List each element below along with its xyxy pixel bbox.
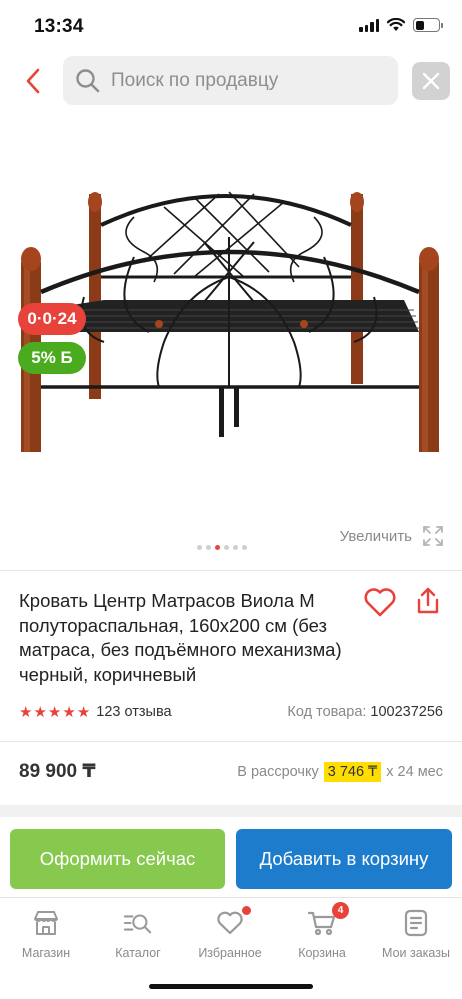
zoom-button[interactable]: Увеличить	[340, 525, 444, 547]
search-icon	[76, 68, 100, 92]
star-icon: ★	[76, 704, 91, 721]
tab-favorites[interactable]: Избранное	[184, 906, 276, 960]
wifi-icon	[387, 18, 405, 31]
reviews-link[interactable]: 123 отзыва	[96, 704, 171, 720]
catalog-icon	[123, 914, 152, 934]
sku-label: Код товара:	[287, 704, 367, 720]
status-time: 13:34	[34, 16, 84, 37]
installment-term: х 24 мес	[386, 763, 443, 780]
divider	[0, 741, 462, 742]
tab-label: Корзина	[298, 946, 346, 960]
pagination-dot[interactable]	[224, 545, 229, 550]
section-separator	[0, 805, 462, 817]
share-button[interactable]	[414, 586, 442, 616]
favorite-button[interactable]	[363, 586, 397, 618]
store-icon	[34, 911, 58, 935]
add-to-cart-button[interactable]: Добавить в корзину	[236, 829, 452, 889]
star-icon: ★	[33, 704, 47, 721]
zoom-label: Увеличить	[339, 527, 412, 545]
star-icon: ★	[62, 704, 76, 721]
cellular-signal-icon	[359, 18, 379, 32]
tab-cart[interactable]: 4 Корзина	[276, 902, 368, 960]
tab-catalog[interactable]: Каталог	[92, 908, 184, 960]
gallery-pagination[interactable]	[197, 545, 247, 550]
star-icon: ★	[47, 704, 62, 721]
installment-info[interactable]: В рассрочку 3 746 ₸ х 24 мес	[237, 761, 443, 782]
rating-stars: ★ ★ ★ ★ ★	[19, 703, 90, 721]
divider	[0, 570, 462, 571]
search-input[interactable]	[111, 69, 371, 92]
tab-label: Избранное	[198, 946, 262, 960]
checkout-now-button[interactable]: Оформить сейчас	[10, 829, 225, 889]
search-box[interactable]	[63, 56, 398, 105]
share-icon	[417, 587, 439, 614]
tab-label: Мои заказы	[382, 946, 450, 960]
pagination-dot-active[interactable]	[215, 545, 220, 550]
tab-label: Магазин	[21, 946, 71, 960]
expand-icon	[423, 526, 443, 546]
rating-row: ★ ★ ★ ★ ★ 123 отзыва Код товара: 1002372…	[19, 703, 443, 721]
back-button[interactable]	[18, 66, 48, 96]
tab-label: Каталог	[115, 946, 161, 960]
status-icons	[359, 18, 443, 32]
product-price: 89 900 ₸	[19, 761, 96, 782]
status-bar: 13:34	[0, 0, 462, 56]
star-icon: ★	[19, 704, 33, 721]
installment-badge: 0·0·24	[18, 303, 86, 335]
sku-value: 100237256	[370, 704, 443, 720]
heart-icon	[364, 588, 396, 617]
tab-store[interactable]: Магазин	[0, 908, 92, 960]
close-icon	[422, 72, 440, 90]
pagination-dot[interactable]	[233, 545, 238, 550]
home-indicator	[149, 984, 313, 989]
notification-dot	[242, 906, 251, 915]
product-title: Кровать Центр Матрасов Виола М полуторас…	[19, 590, 342, 685]
orders-icon	[404, 909, 428, 937]
price-row: 89 900 ₸ В рассрочку 3 746 ₸ х 24 мес	[19, 760, 443, 783]
search-header	[0, 56, 462, 106]
bonus-badge: 5% Б	[18, 342, 86, 374]
cart-count-badge: 4	[332, 902, 349, 919]
chevron-left-icon	[26, 68, 40, 94]
tab-orders[interactable]: Мои заказы	[370, 908, 462, 960]
installment-label: В рассрочку	[237, 763, 319, 780]
pagination-dot[interactable]	[242, 545, 247, 550]
heart-icon	[217, 911, 243, 935]
close-button[interactable]	[412, 62, 450, 100]
pagination-dot[interactable]	[197, 545, 202, 550]
pagination-dot[interactable]	[206, 545, 211, 550]
installment-amount: 3 746 ₸	[323, 761, 382, 782]
product-gallery[interactable]: 0·0·24 5% Б Увеличить	[0, 120, 462, 570]
battery-icon	[413, 18, 443, 32]
